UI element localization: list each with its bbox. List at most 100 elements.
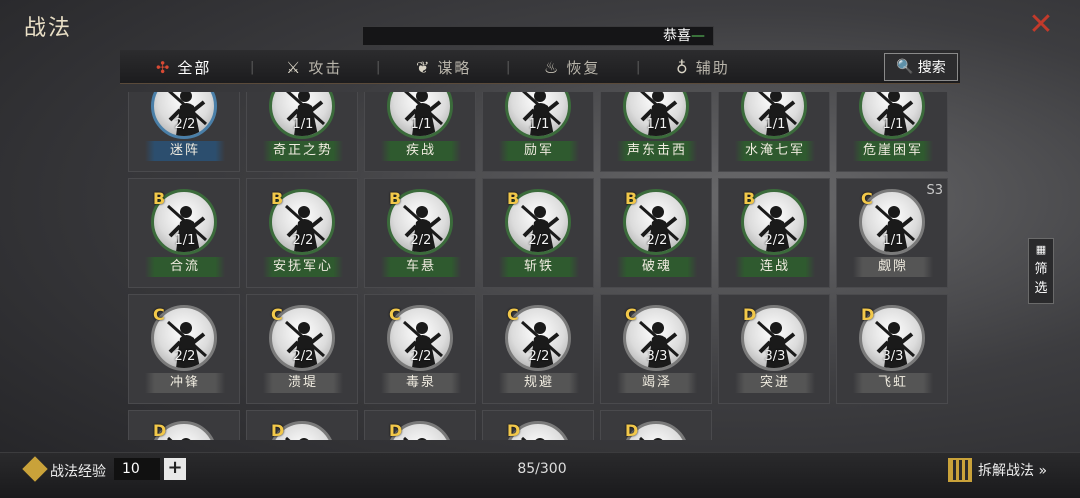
tactic-count: 1/1 — [764, 117, 786, 132]
tactic-card[interactable]: 1/1 励军 — [482, 92, 594, 172]
tactic-count: 3/3 — [646, 349, 668, 364]
tab-attack[interactable]: ⚔ 攻击 — [286, 50, 342, 84]
tactic-exp-value: 10 — [114, 458, 160, 480]
tactic-exp-label: 战法经验 — [50, 464, 106, 480]
tactic-grade: B — [271, 189, 284, 208]
tactic-count: 2/2 — [528, 233, 550, 248]
tactic-name: 规避 — [499, 373, 579, 393]
tactic-name: 飞虹 — [853, 373, 933, 393]
tactic-card[interactable]: 1/1 奇正之势 — [246, 92, 358, 172]
tab-divider: | — [506, 60, 511, 75]
crossed-swords-icon: ⚔ — [286, 57, 303, 77]
tactic-card[interactable]: B 1/1 合流 — [128, 178, 240, 288]
tactic-card[interactable]: C 2/2 毒泉 — [364, 294, 476, 404]
tactic-card[interactable]: C 2/2 冲锋 — [128, 294, 240, 404]
tactic-card[interactable]: B 2/2 安抚军心 — [246, 178, 358, 288]
tactic-card[interactable]: D — [128, 410, 240, 440]
tactic-card[interactable]: 1/1 危崖困军 — [836, 92, 948, 172]
tactic-grade: D — [743, 305, 757, 324]
tactic-grade: D — [153, 421, 167, 440]
tactic-count: 1/1 — [882, 233, 904, 248]
tactic-name: 觑隙 — [853, 257, 933, 277]
announcement-marquee: 恭喜— — [362, 26, 714, 46]
marquee-text: 恭喜 — [663, 28, 691, 44]
tactic-grade: D — [507, 421, 521, 440]
tactic-capacity: 85/300 — [517, 461, 567, 477]
filter-button[interactable]: ▦ 筛选 — [1028, 238, 1054, 304]
tab-label: 辅助 — [695, 58, 730, 77]
tactic-grade: C — [861, 189, 873, 208]
tab-strategy[interactable]: ❦ 谋略 — [416, 50, 471, 84]
tactic-grade: C — [507, 305, 519, 324]
tactic-card[interactable]: 1/1 疾战 — [364, 92, 476, 172]
tactic-count: 1/1 — [882, 117, 904, 132]
tactic-count: 1/1 — [646, 117, 668, 132]
tactic-count: 1/1 — [174, 233, 196, 248]
tactic-card[interactable]: C 2/2 规避 — [482, 294, 594, 404]
grid-icon: ▦ — [1035, 243, 1047, 256]
tactic-card[interactable]: B 2/2 斩铁 — [482, 178, 594, 288]
tactic-name: 合流 — [145, 257, 225, 277]
tactic-name: 突进 — [735, 373, 815, 393]
tactic-count: 2/2 — [410, 349, 432, 364]
tactic-card[interactable]: 1/1 声东击西 — [600, 92, 712, 172]
tactic-card[interactable]: B 2/2 破魂 — [600, 178, 712, 288]
tactic-card[interactable]: C 2/2 溃堤 — [246, 294, 358, 404]
pouch-icon: ♁ — [676, 57, 690, 77]
tactic-count: 1/1 — [528, 117, 550, 132]
tactic-count: 3/3 — [764, 349, 786, 364]
tactic-card[interactable]: D — [364, 410, 476, 440]
tactic-card[interactable]: B 2/2 连战 — [718, 178, 830, 288]
tactic-card[interactable]: D 3/3 突进 — [718, 294, 830, 404]
tactic-name: 破魂 — [617, 257, 697, 277]
tab-divider: | — [636, 60, 641, 75]
tactic-count: 2/2 — [292, 233, 314, 248]
tactic-card[interactable]: D — [482, 410, 594, 440]
tactic-name: 安抚军心 — [263, 257, 343, 277]
tab-recovery[interactable]: ♨ 恢复 — [544, 50, 600, 84]
tactic-name: 溃堤 — [263, 373, 343, 393]
add-exp-button[interactable]: + — [164, 458, 186, 480]
tactic-card[interactable]: 2/2 迷阵 — [128, 92, 240, 172]
tactic-name: 斩铁 — [499, 257, 579, 277]
tactic-card[interactable]: D 3/3 飞虹 — [836, 294, 948, 404]
tactic-name: 奇正之势 — [263, 141, 343, 161]
tactic-name: 疾战 — [381, 141, 461, 161]
tactic-count: 3/3 — [882, 349, 904, 364]
tactic-count: 2/2 — [174, 117, 196, 132]
tactic-count: 2/2 — [410, 233, 432, 248]
tactic-name: 毒泉 — [381, 373, 461, 393]
tactic-card[interactable]: D — [246, 410, 358, 440]
tactic-card[interactable]: C 3/3 竭泽 — [600, 294, 712, 404]
tactic-count: 1/1 — [410, 117, 432, 132]
tactic-card[interactable]: 1/1 水淹七军 — [718, 92, 830, 172]
season-tag: S3 — [926, 183, 943, 198]
tactic-name: 冲锋 — [145, 373, 225, 393]
tactics-grid[interactable]: 2/2 迷阵 1/1 奇正之势 1/1 疾战 1/1 励军 1/1 声东击西 1/1 水淹七军 1/1 危… — [128, 92, 952, 440]
tactic-grade: D — [389, 421, 403, 440]
tactic-grade: C — [389, 305, 401, 324]
fan-icon: ❦ — [416, 57, 432, 77]
decompose-icon — [948, 458, 972, 482]
decompose-tactics-button[interactable]: 拆解战法 » — [948, 456, 1047, 484]
tactic-grade: B — [507, 189, 520, 208]
pot-icon: ♨ — [544, 57, 561, 77]
filter-label: 筛选 — [1034, 262, 1048, 296]
tactic-grade: C — [153, 305, 165, 324]
marquee-dash: — — [691, 28, 705, 44]
tab-all[interactable]: ✣ 全部 — [156, 50, 211, 84]
tactic-name: 声东击西 — [617, 141, 697, 161]
tactic-card[interactable]: C 1/1 觑隙 S3 — [836, 178, 948, 288]
tactic-name: 车悬 — [381, 257, 461, 277]
close-icon[interactable]: ✕ — [1026, 10, 1056, 40]
tab-divider: | — [376, 60, 381, 75]
search-button[interactable]: 🔍 搜索 — [884, 53, 958, 81]
tactic-grade: C — [271, 305, 283, 324]
tactic-count: 2/2 — [528, 349, 550, 364]
tactic-grade: C — [625, 305, 637, 324]
tab-label: 谋略 — [437, 58, 472, 77]
tab-support[interactable]: ♁ 辅助 — [676, 50, 730, 84]
tactic-card[interactable]: B 2/2 车悬 — [364, 178, 476, 288]
tactic-grade: B — [153, 189, 166, 208]
tactic-card[interactable]: D — [600, 410, 712, 440]
